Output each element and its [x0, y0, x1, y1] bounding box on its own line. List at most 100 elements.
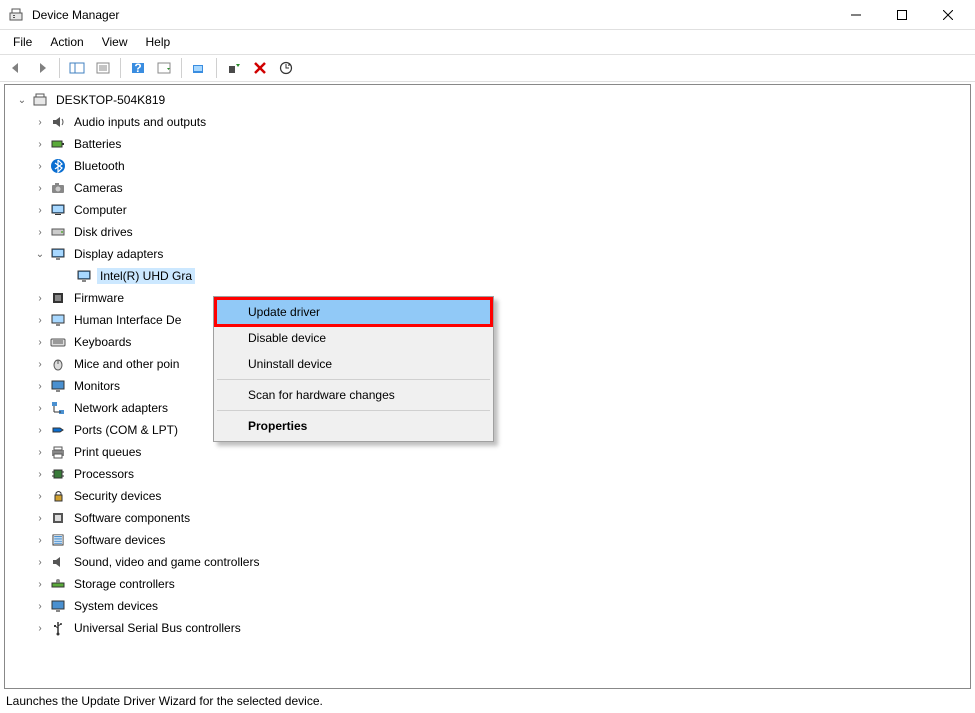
enable-device-button[interactable] — [222, 57, 246, 79]
expander-icon[interactable]: › — [33, 555, 47, 569]
expander-icon[interactable]: › — [33, 313, 47, 327]
expander-icon[interactable]: › — [33, 489, 47, 503]
tree-item-storage[interactable]: ›Storage controllers — [15, 573, 970, 595]
tree-item-label: Network adapters — [71, 400, 171, 416]
processor-icon — [49, 465, 67, 483]
status-text: Launches the Update Driver Wizard for th… — [6, 694, 323, 708]
expander-icon[interactable]: › — [33, 335, 47, 349]
title-bar: Device Manager — [0, 0, 975, 30]
software-device-icon: ▤ — [49, 531, 67, 549]
expander-icon[interactable]: › — [33, 533, 47, 547]
expander-icon[interactable]: › — [33, 577, 47, 591]
forward-button[interactable] — [30, 57, 54, 79]
expander-icon[interactable]: › — [33, 357, 47, 371]
tree-item-label: Sound, video and game controllers — [71, 554, 262, 570]
tree-item-label: Firmware — [71, 290, 127, 306]
expander-icon[interactable]: › — [33, 401, 47, 415]
expander-icon[interactable]: › — [33, 203, 47, 217]
expander-icon[interactable]: › — [33, 423, 47, 437]
tree-item-security[interactable]: › Security devices — [15, 485, 970, 507]
tree-item-intel-uhd[interactable]: ›Intel(R) UHD Gra — [15, 265, 970, 287]
expander-icon[interactable]: › — [33, 621, 47, 635]
usb-icon — [49, 619, 67, 637]
tree-item-label: Universal Serial Bus controllers — [71, 620, 244, 636]
menu-help[interactable]: Help — [137, 32, 180, 52]
tree-item-processors[interactable]: ›Processors — [15, 463, 970, 485]
menu-bar: File Action View Help — [0, 30, 975, 54]
tree-item-label: Audio inputs and outputs — [71, 114, 209, 130]
toolbar-sep — [181, 58, 182, 78]
audio-icon — [49, 113, 67, 131]
expander-icon[interactable]: › — [33, 511, 47, 525]
expander-icon[interactable]: › — [33, 291, 47, 305]
tree-item-audio[interactable]: › Audio inputs and outputs — [15, 111, 970, 133]
tree-item-label: Software components — [71, 510, 193, 526]
menu-action[interactable]: Action — [41, 32, 92, 52]
tree-item-label: Intel(R) UHD Gra — [97, 268, 195, 284]
tree-root-label: DESKTOP-504K819 — [53, 92, 168, 108]
network-icon — [49, 399, 67, 417]
storage-icon — [49, 575, 67, 593]
expander-icon[interactable]: › — [33, 445, 47, 459]
tree-item-label: Computer — [71, 202, 130, 218]
scan-button[interactable] — [152, 57, 176, 79]
expander-icon[interactable]: › — [33, 379, 47, 393]
show-hide-tree-button[interactable] — [65, 57, 89, 79]
tree-item-bluetooth[interactable]: ›Bluetooth — [15, 155, 970, 177]
ctx-uninstall-device[interactable]: Uninstall device — [216, 351, 491, 377]
help-button[interactable]: ? — [126, 57, 150, 79]
tree-item-label: Security devices — [71, 488, 164, 504]
uninstall-device-button[interactable] — [248, 57, 272, 79]
minimize-button[interactable] — [833, 0, 879, 30]
menu-file[interactable]: File — [4, 32, 41, 52]
tree-item-label: Disk drives — [71, 224, 136, 240]
tree-item-batteries[interactable]: ›Batteries — [15, 133, 970, 155]
camera-icon — [49, 179, 67, 197]
tree-item-system[interactable]: ›System devices — [15, 595, 970, 617]
tree-item-label: Human Interface De — [71, 312, 184, 328]
properties-button[interactable] — [91, 57, 115, 79]
tree-item-disk[interactable]: › Disk drives — [15, 221, 970, 243]
toolbar-sep — [120, 58, 121, 78]
expander-icon[interactable]: › — [33, 159, 47, 173]
expander-icon[interactable]: › — [33, 115, 47, 129]
expander-icon[interactable]: › — [33, 137, 47, 151]
battery-icon — [49, 135, 67, 153]
ctx-scan-hardware[interactable]: Scan for hardware changes — [216, 382, 491, 408]
status-bar: Launches the Update Driver Wizard for th… — [0, 691, 975, 713]
mouse-icon — [49, 355, 67, 373]
window-controls — [833, 0, 971, 30]
ctx-disable-device[interactable]: Disable device — [216, 325, 491, 351]
tree-item-display-adapters[interactable]: ⌄Display adapters — [15, 243, 970, 265]
expander-icon[interactable]: › — [33, 599, 47, 613]
back-button[interactable] — [4, 57, 28, 79]
keyboard-icon — [49, 333, 67, 351]
menu-view[interactable]: View — [93, 32, 137, 52]
context-menu: Update driver Disable device Uninstall d… — [213, 296, 494, 442]
tree-root[interactable]: ⌄ DESKTOP-504K819 — [15, 89, 970, 111]
expander-icon[interactable]: › — [33, 225, 47, 239]
close-button[interactable] — [925, 0, 971, 30]
scan-hardware-button[interactable] — [274, 57, 298, 79]
firmware-icon — [49, 289, 67, 307]
tree-item-sound[interactable]: › Sound, video and game controllers — [15, 551, 970, 573]
tree-item-usb[interactable]: › Universal Serial Bus controllers — [15, 617, 970, 639]
window-title: Device Manager — [32, 8, 833, 22]
ctx-separator — [217, 379, 490, 380]
display-adapter-icon — [49, 245, 67, 263]
tree-item-computer[interactable]: › Computer — [15, 199, 970, 221]
tree-item-swcomponents[interactable]: › Software components — [15, 507, 970, 529]
expander-icon[interactable]: › — [33, 181, 47, 195]
tree-item-print[interactable]: ›Print queues — [15, 441, 970, 463]
ctx-update-driver[interactable]: Update driver — [216, 299, 491, 325]
update-driver-button[interactable] — [187, 57, 211, 79]
system-icon — [49, 597, 67, 615]
tree-item-swdevices[interactable]: ›▤Software devices — [15, 529, 970, 551]
expander-icon[interactable]: ⌄ — [33, 247, 47, 261]
hid-icon — [49, 311, 67, 329]
expander-icon[interactable]: › — [33, 467, 47, 481]
expander-icon[interactable]: ⌄ — [15, 93, 29, 107]
ctx-properties[interactable]: Properties — [216, 413, 491, 439]
tree-item-cameras[interactable]: ›Cameras — [15, 177, 970, 199]
maximize-button[interactable] — [879, 0, 925, 30]
